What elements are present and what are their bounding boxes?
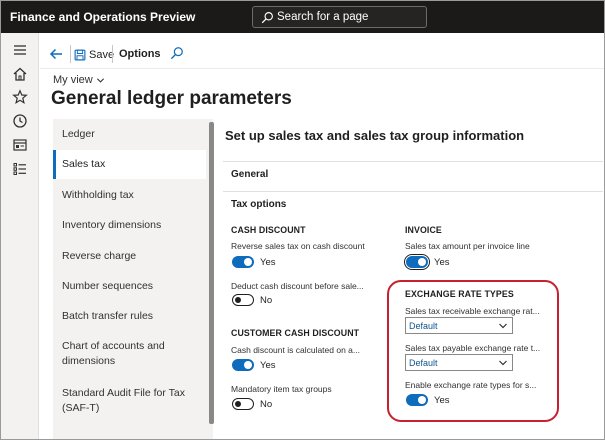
content-heading: Set up sales tax and sales tax group inf… (225, 128, 525, 143)
chevron-down-icon (96, 77, 104, 83)
tab-reverse-charge[interactable]: Reverse charge (53, 249, 206, 264)
cash-discount-calculated-value: Yes (260, 360, 276, 371)
tab-list: Ledger Sales tax Withholding tax Invento… (53, 119, 213, 439)
home-icon[interactable] (12, 66, 28, 82)
deduct-cash-discount-toggle[interactable] (232, 294, 254, 306)
tab-chart-of-accounts[interactable]: Chart of accounts and dimensions (53, 339, 173, 369)
customer-cash-discount-heading: CUSTOMER CASH DISCOUNT (231, 328, 360, 338)
chevron-down-icon (499, 323, 507, 329)
invoice-heading: INVOICE (405, 225, 442, 235)
scrollbar[interactable] (209, 122, 214, 424)
payable-exchange-rate-label: Sales tax payable exchange rate t... (405, 343, 541, 353)
cash-discount-heading: CASH DISCOUNT (231, 225, 306, 235)
mandatory-item-tax-toggle[interactable] (232, 398, 254, 410)
payable-exchange-rate-value: Default (409, 358, 438, 368)
reverse-sales-tax-value: Yes (260, 257, 276, 268)
section-tax-options-label: Tax options (231, 199, 287, 210)
cash-discount-calculated-label: Cash discount is calculated on a... (231, 345, 360, 355)
mandatory-item-tax-label: Mandatory item tax groups (231, 384, 332, 394)
save-icon (74, 49, 86, 61)
hamburger-icon[interactable] (12, 42, 28, 58)
tab-ledger[interactable]: Ledger (53, 127, 206, 142)
reverse-sales-tax-toggle[interactable] (232, 256, 254, 268)
app-title: Finance and Operations Preview (10, 10, 196, 24)
section-tax-options[interactable]: Tax options (223, 191, 603, 215)
app-window: Finance and Operations Preview Search fo… (0, 0, 605, 440)
nav-rail (1, 33, 39, 439)
tax-amount-per-line-value: Yes (434, 257, 450, 268)
chevron-down-icon (499, 360, 507, 366)
action-pane: Save Options (40, 41, 604, 69)
search-icon (261, 12, 273, 24)
tax-amount-per-line-toggle[interactable] (404, 254, 430, 270)
search-placeholder: Search for a page (277, 11, 369, 23)
view-selector[interactable]: My view (53, 74, 105, 86)
receivable-exchange-rate-value: Default (409, 321, 438, 331)
enable-exchange-rate-types-toggle[interactable] (406, 394, 428, 406)
workspace-icon[interactable] (12, 137, 28, 153)
divider (112, 45, 113, 63)
view-label: My view (53, 74, 93, 86)
receivable-exchange-rate-select[interactable]: Default (405, 317, 513, 334)
enable-exchange-rate-types-label: Enable exchange rate types for s... (405, 380, 537, 390)
exchange-rate-types-heading: EXCHANGE RATE TYPES (405, 289, 514, 299)
receivable-exchange-rate-label: Sales tax receivable exchange rat... (405, 306, 540, 316)
divider (70, 45, 71, 63)
deduct-cash-discount-value: No (260, 295, 273, 306)
tab-inventory-dimensions[interactable]: Inventory dimensions (53, 218, 206, 233)
cash-discount-calculated-toggle[interactable] (232, 359, 254, 371)
clock-icon[interactable] (12, 113, 28, 129)
section-general-label: General (231, 169, 269, 180)
list-icon[interactable] (12, 161, 28, 177)
deduct-cash-discount-label: Deduct cash discount before sale... (231, 281, 364, 291)
save-label: Save (89, 49, 115, 61)
tab-batch-transfer-rules[interactable]: Batch transfer rules (53, 309, 206, 324)
tab-saf-t[interactable]: Standard Audit File for Tax (SAF-T) (53, 386, 188, 416)
page-title: General ledger parameters (51, 88, 292, 109)
payable-exchange-rate-select[interactable]: Default (405, 354, 513, 371)
tax-amount-per-line-label: Sales tax amount per invoice line (405, 241, 530, 251)
star-icon[interactable] (12, 89, 28, 105)
back-arrow-icon[interactable] (48, 46, 64, 62)
save-button[interactable]: Save (74, 46, 114, 64)
tab-sales-tax[interactable]: Sales tax (53, 150, 206, 179)
mandatory-item-tax-value: No (260, 399, 273, 410)
top-bar: Finance and Operations Preview Search fo… (1, 1, 604, 33)
enable-exchange-rate-types-value: Yes (434, 395, 450, 406)
tab-withholding-tax[interactable]: Withholding tax (53, 188, 206, 203)
tab-number-sequences[interactable]: Number sequences (53, 279, 206, 294)
search-icon[interactable] (170, 46, 184, 60)
section-general[interactable]: General (223, 161, 603, 185)
reverse-sales-tax-label: Reverse sales tax on cash discount (231, 241, 365, 251)
search-box[interactable]: Search for a page (252, 6, 427, 28)
options-button[interactable]: Options (119, 48, 161, 60)
